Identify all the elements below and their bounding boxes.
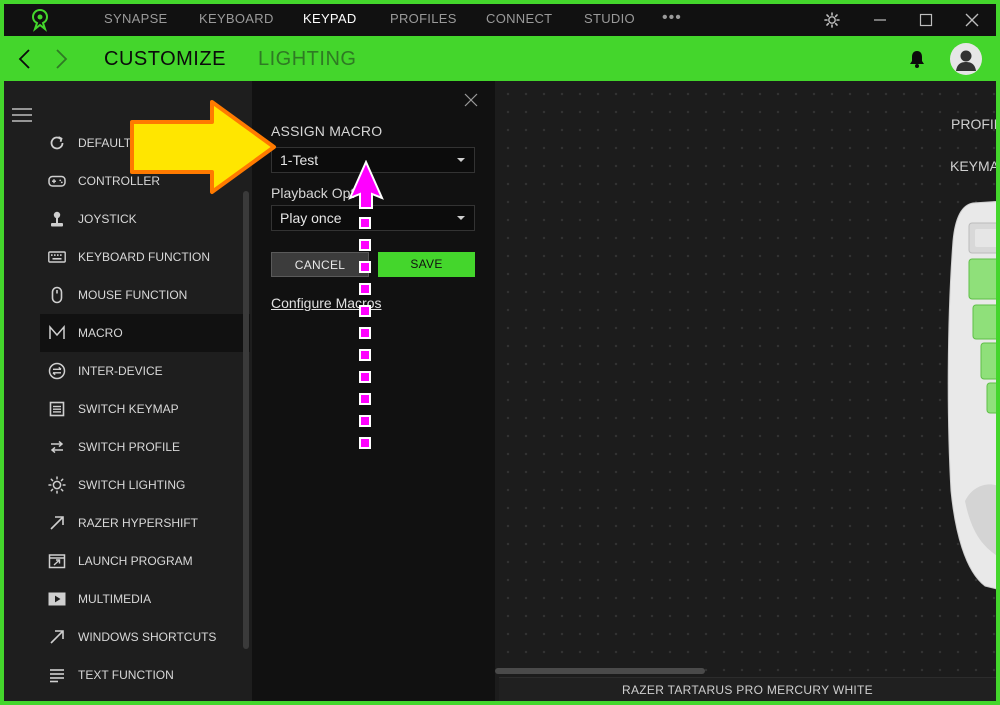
- sidebar-item-joystick[interactable]: JOYSTICK: [40, 200, 250, 238]
- sidebar-item-label: LAUNCH PROGRAM: [78, 554, 193, 568]
- horizontal-scrollbar[interactable]: [495, 668, 705, 674]
- nav-tab-keyboard[interactable]: KEYBOARD: [199, 4, 274, 36]
- sidebar-item-label: WINDOWS SHORTCUTS: [78, 630, 217, 644]
- sidebar-item-label: MACRO: [78, 326, 123, 340]
- sidebar-scrollbar[interactable]: [243, 191, 249, 649]
- sidebar-item-switch-keymap[interactable]: SWITCH KEYMAP: [40, 390, 250, 428]
- sub-header: CUSTOMIZE LIGHTING: [4, 36, 996, 81]
- keypad-device-image: [947, 201, 996, 590]
- nav-tab-synapse[interactable]: SYNAPSE: [104, 4, 168, 36]
- annotation-dotted-path: [348, 160, 384, 449]
- sidebar-item-macro[interactable]: MACRO: [40, 314, 250, 352]
- sidebar-item-label: KEYBOARD FUNCTION: [78, 250, 211, 264]
- shortcut-icon: [50, 630, 64, 644]
- sidebar-item-label: RAZER HYPERSHIFT: [78, 516, 199, 530]
- annotation-arrow: [130, 100, 276, 194]
- refresh-icon: [50, 136, 64, 150]
- panel-title: ASSIGN MACRO: [271, 123, 383, 139]
- save-button[interactable]: SAVE: [378, 252, 475, 277]
- sidebar-item-keyboard-function[interactable]: KEYBOARD FUNCTION: [40, 238, 250, 276]
- keymap-label[interactable]: KEYMA: [950, 158, 996, 174]
- nav-tab-connect[interactable]: CONNECT: [486, 4, 552, 36]
- sidebar-item-text-function[interactable]: TEXT FUNCTION: [40, 656, 250, 694]
- nav-tab-profiles[interactable]: PROFILES: [390, 4, 457, 36]
- device-canvas: PROFIL KEYMA RAZER TARTARUS PRO MERCURY …: [495, 81, 996, 701]
- inter-device-icon: [48, 362, 66, 380]
- top-nav: SYNAPSE KEYBOARD KEYPAD PROFILES CONNECT…: [4, 4, 996, 36]
- sidebar-item-multimedia[interactable]: MULTIMEDIA: [40, 580, 250, 618]
- user-avatar[interactable]: [950, 43, 982, 75]
- sidebar-item-label: MULTIMEDIA: [78, 592, 152, 606]
- device-name-footer: RAZER TARTARUS PRO MERCURY WHITE: [499, 677, 996, 701]
- swap-icon: [50, 440, 64, 454]
- sidebar-item-windows-shortcuts[interactable]: WINDOWS SHORTCUTS: [40, 618, 250, 656]
- minimize-icon[interactable]: [870, 10, 890, 30]
- nav-tab-studio[interactable]: STUDIO: [584, 4, 635, 36]
- razer-logo-icon[interactable]: [28, 8, 52, 32]
- sidebar-item-switch-profile[interactable]: SWITCH PROFILE: [40, 428, 250, 466]
- profile-label[interactable]: PROFIL: [951, 116, 996, 132]
- caret-down-icon: [457, 158, 465, 162]
- macro-icon: [49, 325, 65, 339]
- sidebar-item-label: DEFAULT: [78, 136, 132, 150]
- hamburger-menu-icon[interactable]: [12, 107, 32, 123]
- play-icon: [48, 592, 66, 606]
- sidebar-item-label: SWITCH PROFILE: [78, 440, 181, 454]
- sidebar-item-label: SWITCH KEYMAP: [78, 402, 179, 416]
- close-icon[interactable]: [962, 10, 982, 30]
- sidebar-item-razer-hypershift[interactable]: RAZER HYPERSHIFT: [40, 504, 250, 542]
- user-icon: [956, 50, 976, 71]
- settings-gear-icon[interactable]: [822, 10, 842, 30]
- notification-bell-icon[interactable]: [906, 48, 928, 70]
- more-icon[interactable]: •••: [662, 4, 682, 36]
- sidebar-item-launch-program[interactable]: LAUNCH PROGRAM: [40, 542, 250, 580]
- tab-lighting[interactable]: LIGHTING: [258, 36, 356, 81]
- panel-close-icon[interactable]: [464, 93, 478, 107]
- sidebar-item-label: JOYSTICK: [78, 212, 137, 226]
- keyboard-icon: [48, 251, 66, 263]
- gamepad-icon: [48, 175, 66, 187]
- sidebar-item-label: INTER-DEVICE: [78, 364, 163, 378]
- sidebar-item-mouse-function[interactable]: MOUSE FUNCTION: [40, 276, 250, 314]
- sidebar-item-label: MOUSE FUNCTION: [78, 288, 188, 302]
- mouse-icon: [51, 286, 63, 304]
- nav-tab-keypad[interactable]: KEYPAD: [303, 4, 357, 36]
- joystick-icon: [51, 211, 63, 227]
- sidebar-item-inter-device[interactable]: INTER-DEVICE: [40, 352, 250, 390]
- caret-down-icon: [457, 216, 465, 220]
- sidebar-item-label: SWITCH LIGHTING: [78, 478, 186, 492]
- forward-arrow-icon[interactable]: [52, 48, 70, 70]
- synapse-window: SYNAPSE KEYBOARD KEYPAD PROFILES CONNECT…: [4, 4, 996, 701]
- sidebar-item-label: TEXT FUNCTION: [78, 668, 174, 682]
- macro-select-value: 1-Test: [280, 152, 319, 168]
- maximize-icon[interactable]: [916, 10, 936, 30]
- tab-customize[interactable]: CUSTOMIZE: [104, 36, 226, 81]
- playback-options-label: Playback Opt: [271, 185, 355, 201]
- playback-select-value: Play once: [280, 210, 342, 226]
- sidebar-item-switch-lighting[interactable]: SWITCH LIGHTING: [40, 466, 250, 504]
- arrow-up-right-icon: [50, 516, 64, 530]
- back-arrow-icon[interactable]: [16, 48, 34, 70]
- keymap-icon: [49, 401, 65, 417]
- launch-icon: [48, 554, 66, 569]
- text-icon: [50, 669, 64, 683]
- sun-icon: [48, 476, 66, 494]
